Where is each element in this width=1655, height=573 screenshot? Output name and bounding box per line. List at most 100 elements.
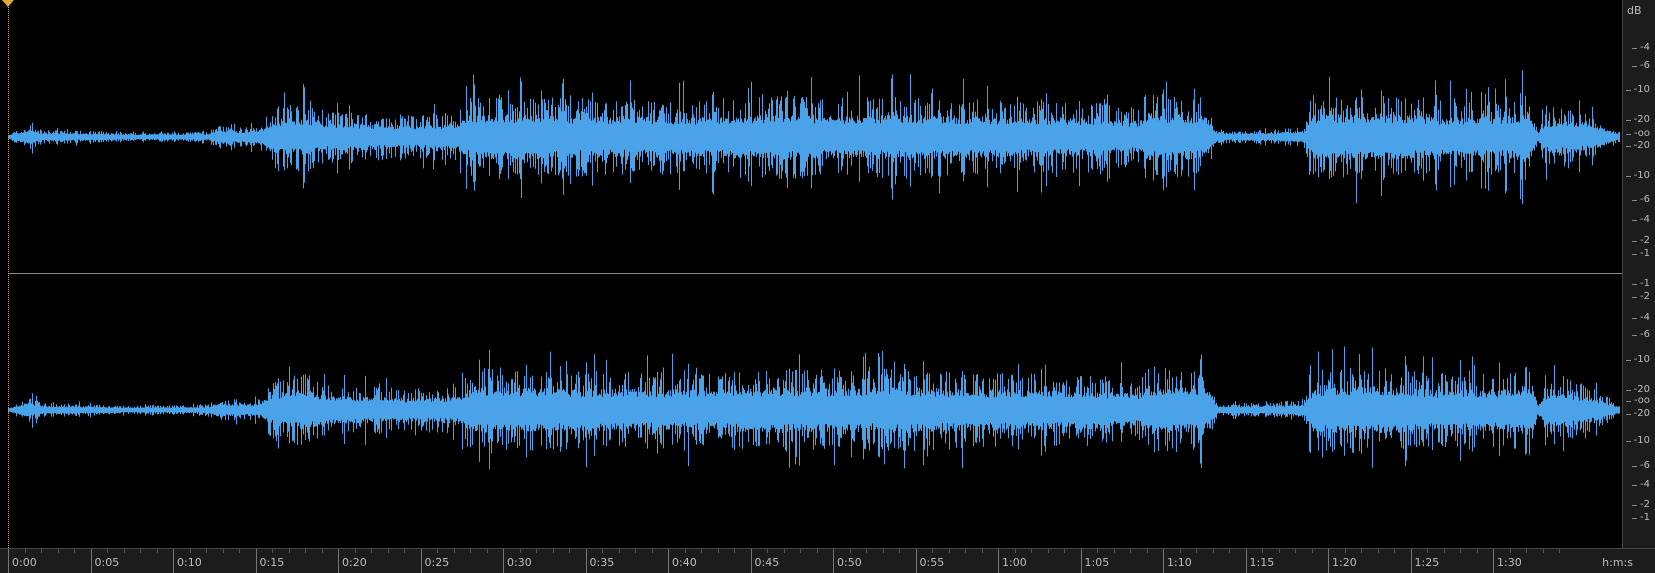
playhead-marker-icon[interactable] [2,0,14,7]
top-db-tick: -20 [1625,114,1650,125]
time-tick: 0:50 [833,549,862,573]
bottom-db-tick: -1 [1632,278,1650,289]
time-minor-tick [41,549,42,553]
time-minor-tick [239,549,240,553]
time-tick-label: 1:20 [1332,556,1357,569]
time-minor-tick [981,549,983,553]
bottom-db-tick: -2 [1632,499,1650,510]
time-tick-label: 1:30 [1497,556,1522,569]
time-minor-tick [1047,549,1049,553]
time-tick: 0:55 [915,549,944,573]
time-minor-tick [734,549,735,553]
time-minor-tick [1542,549,1544,553]
time-tick: 0:30 [503,549,532,573]
time-minor-tick [470,549,471,553]
top-db-tick: -4 [1632,42,1650,53]
time-ruler[interactable]: h:m:s 0:00 0:05 0:10 0:15 0:20 0:25 0:30 0:35 0:… [0,548,1655,573]
time-minor-tick [882,549,884,553]
time-tick-label: 0:45 [754,556,780,569]
time-tick: 0:40 [668,549,697,573]
time-tick-label: 0:10 [177,556,202,569]
time-minor-tick [866,549,867,553]
top-db-tick: -10 [1625,84,1650,95]
time-tick: 0:25 [420,549,449,573]
time-minor-tick [222,549,224,553]
db-ruler[interactable]: dB -4 -6 -10 -20 -oo -20 -10 -6 -4 -2 -1 -1 -2 -4 -6 -1… [1622,0,1655,548]
time-minor-tick [123,549,125,553]
time-minor-tick [569,549,570,553]
time-minor-tick [1179,549,1181,553]
time-minor-tick [618,549,620,553]
bottom-db-tick: -20 [1625,384,1650,395]
time-minor-tick [288,549,290,553]
time-tick-label: 0:05 [94,556,120,569]
time-minor-tick [1311,549,1313,553]
time-tick: 0:20 [338,549,367,573]
time-tick-label: 1:25 [1414,556,1440,569]
time-minor-tick [651,549,653,553]
channel-divider [8,273,1622,274]
time-tick-label: 0:20 [342,556,367,569]
time-tick-label: 0:35 [589,556,615,569]
time-minor-tick [1344,549,1346,553]
time-minor-tick [1460,549,1461,553]
time-minor-tick [371,549,372,553]
playhead[interactable] [8,0,10,548]
bottom-db-tick: -4 [1632,479,1650,490]
time-tick: 1:10 [1163,549,1192,573]
time-tick-label: 0:15 [259,556,285,569]
time-tick-label: 1:00 [1002,556,1027,569]
time-minor-tick [1443,549,1445,553]
audio-editor[interactable]: dB -4 -6 -10 -20 -oo -20 -10 -6 -4 -2 -1 -1 -2 -4 -6 -1… [0,0,1655,573]
time-minor-tick [1097,549,1098,553]
time-minor-tick [684,549,686,553]
time-minor-tick [519,549,521,553]
time-minor-tick [1113,549,1115,553]
time-tick-label: 1:10 [1167,556,1192,569]
time-minor-tick [1278,549,1280,553]
time-tick: 0:45 [750,549,779,573]
time-minor-tick [156,549,158,553]
time-minor-tick [536,549,537,553]
bottom-db-tick: -6 [1632,329,1650,340]
time-minor-tick [849,549,851,553]
time-tick: 1:30 [1493,549,1522,573]
time-minor-tick [1361,549,1362,553]
bottom-db-tick: -4 [1632,312,1650,323]
time-tick: 0:10 [173,549,202,573]
time-minor-tick [800,549,801,553]
time-tick-label: 0:50 [837,556,862,569]
waveform-channel-left[interactable] [8,70,1620,204]
top-db-tick: -4 [1632,214,1650,225]
time-minor-tick [552,549,554,553]
top-db-tick: -6 [1632,60,1650,71]
time-minor-tick [404,549,405,553]
time-minor-tick [1196,549,1197,553]
waveform-path [8,70,1620,204]
time-minor-tick [635,549,636,553]
time-minor-tick [1476,549,1478,553]
time-minor-tick [107,549,108,553]
time-minor-tick [57,549,59,553]
time-minor-tick [717,549,719,553]
waveform-display[interactable] [0,0,1622,548]
time-minor-tick [1014,549,1016,553]
time-minor-tick [783,549,785,553]
bottom-db-tick: -2 [1632,291,1650,302]
waveform-channel-right[interactable] [8,346,1620,470]
bottom-db-tick: -10 [1625,435,1650,446]
time-minor-tick [1526,549,1527,553]
time-tick: 0:15 [255,549,284,573]
time-minor-tick [189,549,191,553]
time-minor-tick [932,549,933,553]
top-db-tick: -6 [1632,194,1650,205]
time-minor-tick [701,549,702,553]
time-tick-label: 0:25 [424,556,450,569]
time-tick: 0:05 [90,549,119,573]
time-minor-tick [305,549,306,553]
time-minor-tick [1262,549,1263,553]
top-db-tick: -1 [1632,248,1650,259]
time-tick-label: 1:15 [1249,556,1275,569]
time-tick-label: 0:00 [12,556,37,569]
bottom-db-tick: -10 [1625,354,1650,365]
